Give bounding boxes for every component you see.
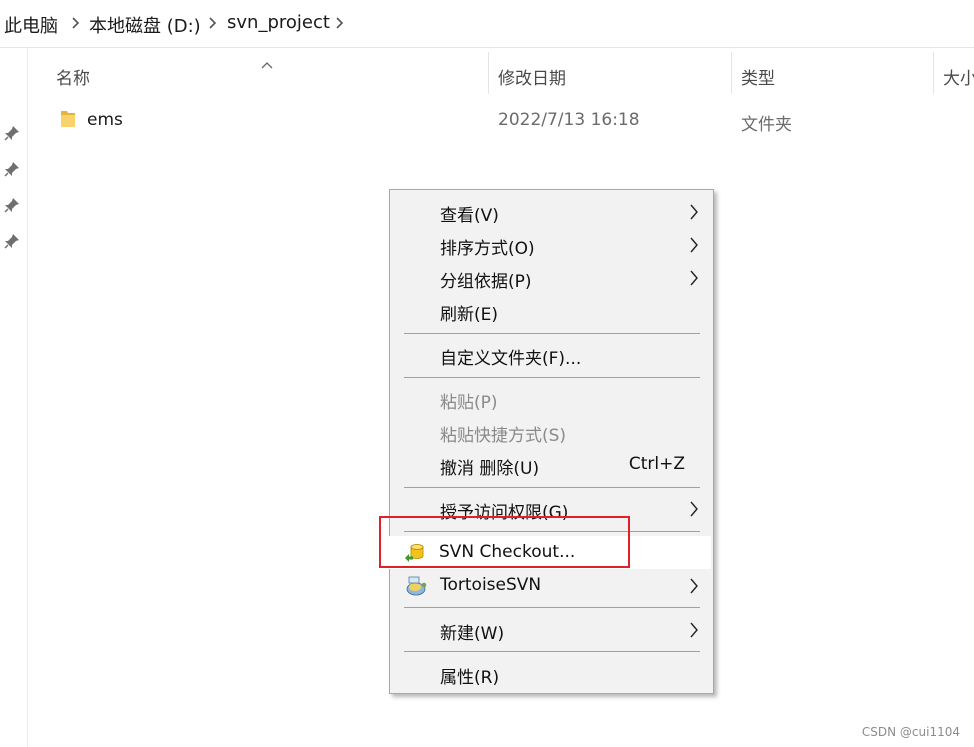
tortoisesvn-icon: [404, 574, 428, 598]
menu-item-group-by[interactable]: 分组依据(P): [390, 261, 713, 294]
menu-item-paste[interactable]: 粘贴(P): [390, 382, 713, 415]
breadcrumb: 此电脑 本地磁盘 (D:) svn_project: [0, 0, 974, 48]
menu-item-label: 新建(W): [440, 624, 505, 644]
pin-icon[interactable]: [3, 160, 21, 178]
chevron-right-icon[interactable]: [205, 14, 221, 32]
menu-separator: [404, 651, 700, 652]
menu-separator: [404, 333, 700, 334]
menu-item-label: 自定义文件夹(F)...: [440, 349, 582, 369]
file-row[interactable]: ems 2022/7/13 16:18 文件夹: [45, 102, 970, 138]
menu-separator: [404, 607, 700, 608]
menu-item-new[interactable]: 新建(W): [390, 613, 713, 646]
chevron-right-icon: [689, 499, 699, 519]
column-header-name[interactable]: 名称: [56, 64, 90, 89]
chevron-right-icon[interactable]: [68, 14, 84, 32]
menu-item-shortcut: Ctrl+Z: [628, 454, 685, 474]
column-divider[interactable]: [933, 52, 934, 94]
menu-item-view[interactable]: 查看(V): [390, 195, 713, 228]
breadcrumb-item-local-disk[interactable]: 本地磁盘 (D:): [89, 12, 201, 38]
file-type: 文件夹: [741, 115, 792, 135]
menu-item-label: TortoiseSVN: [440, 575, 542, 595]
pin-icon[interactable]: [3, 124, 21, 142]
chevron-right-icon: [689, 620, 699, 640]
menu-item-label: 粘贴快捷方式(S): [440, 426, 567, 446]
breadcrumb-item-svn-project[interactable]: svn_project: [227, 12, 330, 33]
menu-item-tortoisesvn[interactable]: TortoiseSVN: [390, 569, 713, 602]
folder-icon: [58, 108, 78, 130]
menu-item-properties[interactable]: 属性(R): [390, 657, 713, 690]
menu-item-refresh[interactable]: 刷新(E): [390, 294, 713, 327]
menu-separator: [404, 487, 700, 488]
file-modified: 2022/7/13 16:18: [498, 110, 640, 130]
navigation-pane: [0, 48, 28, 747]
menu-item-customize-folder[interactable]: 自定义文件夹(F)...: [390, 338, 713, 371]
highlight-box: [379, 516, 630, 568]
column-divider[interactable]: [488, 52, 489, 94]
chevron-right-icon: [689, 202, 699, 222]
chevron-right-icon: [689, 235, 699, 255]
menu-item-sort-by[interactable]: 排序方式(O): [390, 228, 713, 261]
column-header-modified[interactable]: 修改日期: [498, 64, 566, 89]
menu-separator: [404, 377, 700, 378]
menu-item-label: 粘贴(P): [440, 393, 498, 413]
menu-item-undo-delete[interactable]: 撤消 删除(U) Ctrl+Z: [390, 448, 713, 481]
menu-item-label: 属性(R): [440, 668, 500, 688]
menu-item-label: 查看(V): [440, 206, 499, 226]
menu-item-label: 分组依据(P): [440, 272, 532, 292]
menu-item-paste-shortcut[interactable]: 粘贴快捷方式(S): [390, 415, 713, 448]
menu-item-label: 刷新(E): [440, 305, 499, 325]
column-header-size[interactable]: 大小: [943, 64, 974, 89]
menu-item-label: 排序方式(O): [440, 239, 535, 259]
breadcrumb-item-this-pc[interactable]: 此电脑: [4, 12, 58, 38]
column-header-type[interactable]: 类型: [741, 64, 775, 89]
chevron-right-icon: [689, 576, 699, 596]
chevron-right-icon[interactable]: [332, 14, 348, 32]
context-menu: 查看(V) 排序方式(O) 分组依据(P) 刷新(E) 自定义文件夹(F)...…: [389, 189, 714, 694]
pin-icon[interactable]: [3, 196, 21, 214]
watermark: CSDN @cui1104: [861, 725, 960, 739]
sort-ascending-icon: [261, 54, 273, 69]
chevron-right-icon: [689, 268, 699, 288]
column-divider[interactable]: [731, 52, 732, 94]
pin-icon[interactable]: [3, 232, 21, 250]
file-name: ems: [87, 110, 123, 130]
menu-item-label: 撤消 删除(U): [440, 459, 540, 479]
